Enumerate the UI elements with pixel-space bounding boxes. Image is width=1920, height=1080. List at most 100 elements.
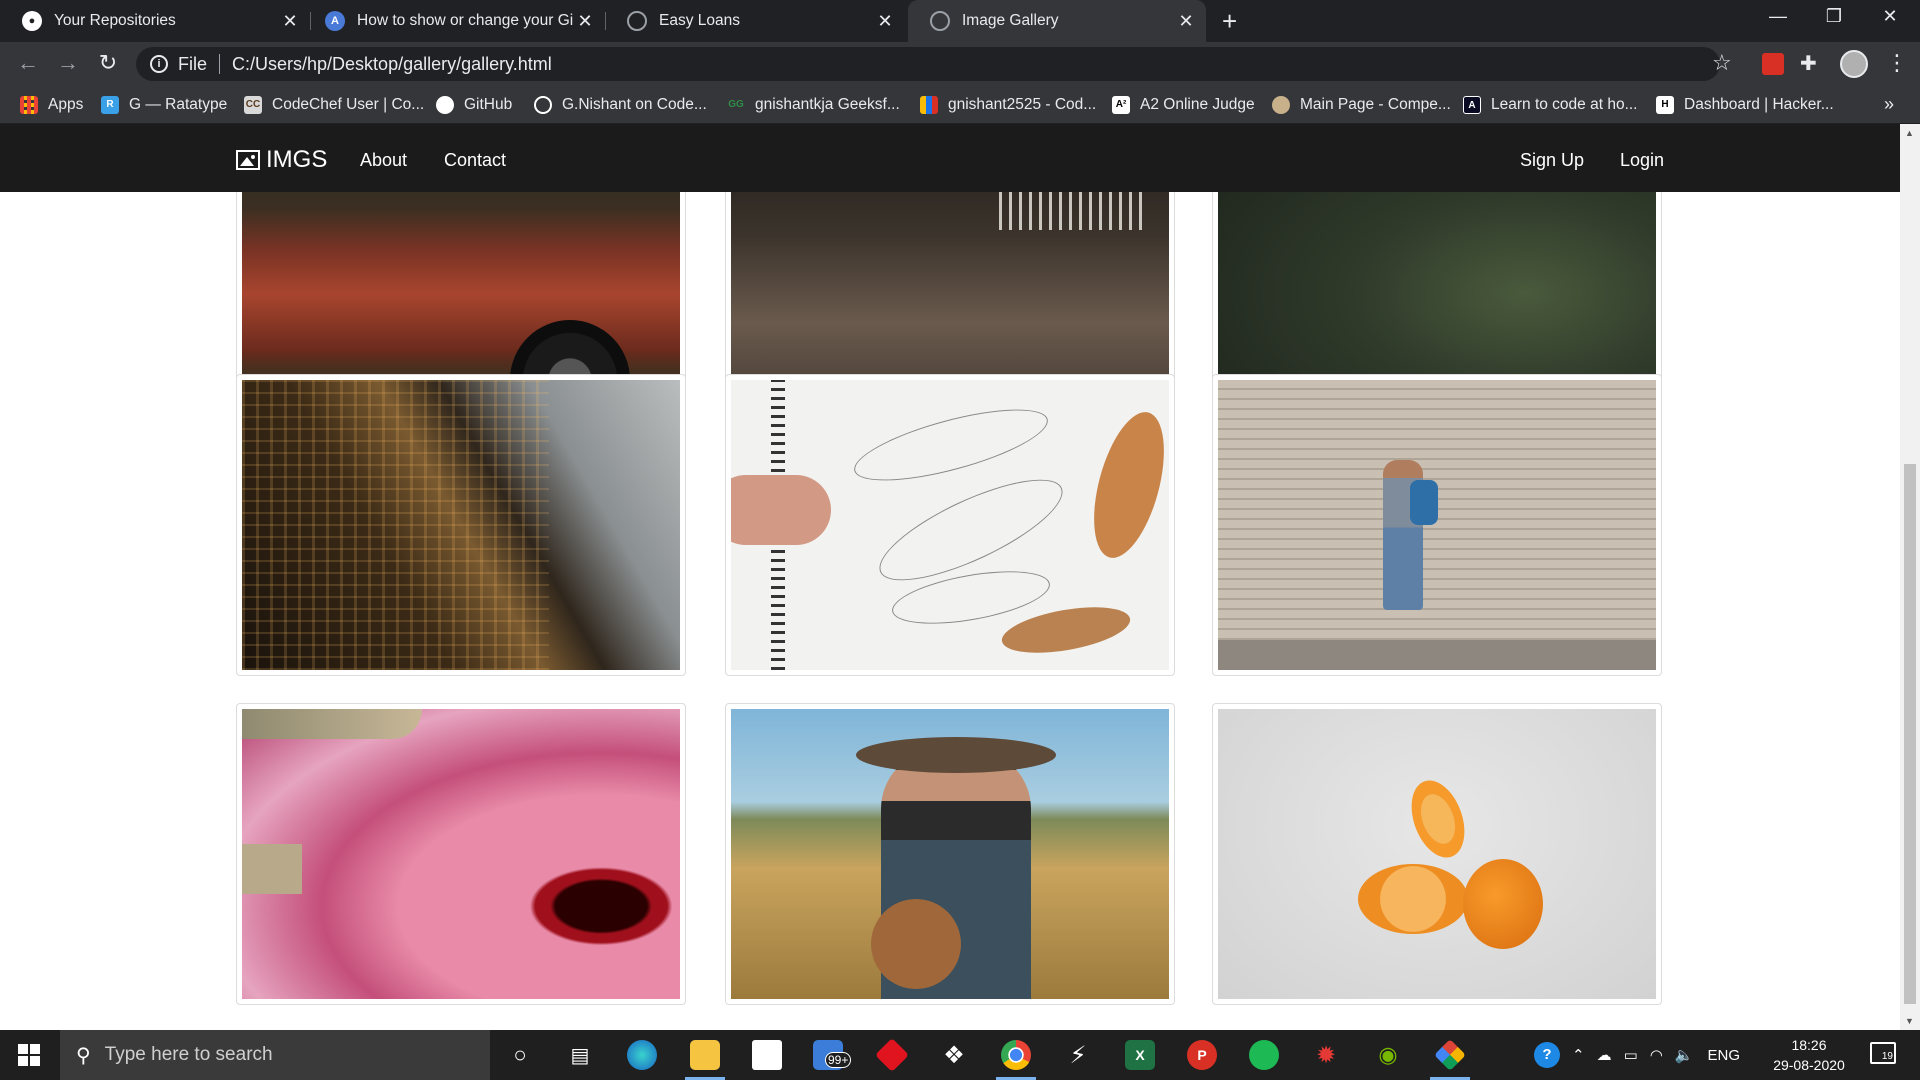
windows-start-icon[interactable] (18, 1044, 40, 1066)
chevron-double-right-icon[interactable]: » (1884, 94, 1894, 115)
gallery-card[interactable] (1212, 703, 1662, 1005)
gallery-image-skyscrapers[interactable] (242, 380, 680, 670)
cortana-icon[interactable]: ○ (505, 1040, 535, 1070)
gallery-card[interactable] (1212, 374, 1662, 676)
gallery-image-guitarist[interactable] (731, 709, 1169, 999)
store-icon[interactable] (752, 1040, 782, 1070)
tab-your-repositories[interactable]: ● Your Repositories ✕ (0, 0, 310, 42)
help-icon[interactable]: ? (1534, 1042, 1560, 1068)
nvidia-icon[interactable]: ◉ (1373, 1040, 1403, 1070)
site-brand[interactable]: IMGS (236, 146, 327, 174)
nav-link-sign-up[interactable]: Sign Up (1520, 150, 1584, 171)
bookmark-label: GitHub (464, 96, 513, 113)
system-tray: ? ⌃ ☁ ▭ ◠ 🔈 ENG (1534, 1030, 1740, 1080)
chrome-icon[interactable] (1001, 1040, 1031, 1070)
bookmark-label: A2 Online Judge (1140, 96, 1255, 113)
tab-title: Your Repositories (54, 12, 176, 29)
a2-icon: A² (1112, 96, 1130, 114)
gallery-card[interactable] (725, 703, 1175, 1005)
avatar[interactable] (1840, 50, 1868, 78)
tab-title: How to show or change your Git (357, 12, 573, 29)
scroll-thumb[interactable] (1904, 464, 1916, 1004)
minimize-button[interactable]: — (1754, 6, 1802, 27)
pdf-extension-icon[interactable] (1762, 53, 1784, 75)
tab-title: Easy Loans (659, 12, 740, 29)
menu-kebab-icon[interactable]: ⋮ (1886, 50, 1908, 76)
reload-button[interactable]: ↻ (94, 50, 122, 76)
forward-button[interactable]: → (54, 50, 82, 76)
bookmark-codeforces[interactable]: G.Nishant on Code... (534, 86, 707, 124)
notification-center-icon[interactable]: 19 (1870, 1042, 1896, 1064)
spotify-icon[interactable] (1249, 1040, 1279, 1070)
bookmarks-bar: Apps R G — Ratatype CC CodeChef User | C… (0, 86, 1920, 124)
gallery-image-walking-man[interactable] (1218, 380, 1656, 670)
extensions-puzzle-icon[interactable]: ✚ (1800, 53, 1822, 75)
tab-easy-loans[interactable]: Easy Loans ✕ (605, 0, 905, 42)
volume-icon[interactable]: 🔈 (1675, 1046, 1694, 1064)
excel-icon[interactable]: X (1125, 1040, 1155, 1070)
a-letter-icon: A (325, 11, 345, 31)
bookmark-label: CodeChef User | Co... (272, 96, 425, 113)
tab-strip: ● Your Repositories ✕ A How to show or c… (0, 0, 1920, 42)
red-app-icon[interactable] (875, 1038, 909, 1072)
restore-button[interactable]: ❐ (1810, 6, 1858, 27)
close-icon[interactable]: ✕ (573, 11, 597, 32)
bookmark-geeksforgeeks[interactable]: GG gnishantkja Geeksf... (727, 86, 900, 124)
bookmark-star-icon[interactable]: ☆ (1712, 50, 1732, 76)
gallery-card[interactable] (236, 703, 686, 1005)
gallery-card[interactable] (236, 374, 686, 676)
gallery-image-leaf-sketch[interactable] (731, 380, 1169, 670)
language-indicator[interactable]: ENG (1708, 1047, 1741, 1064)
page-scrollbar[interactable]: ▲ ▼ (1900, 124, 1920, 1030)
bookmark-codechef[interactable]: CC CodeChef User | Co... (244, 86, 424, 124)
bookmark-freecodecamp[interactable]: A Learn to code at ho... (1463, 86, 1638, 124)
system-clock[interactable]: 18:26 29-08-2020 (1764, 1035, 1854, 1075)
antivirus-icon[interactable]: ✹ (1311, 1040, 1341, 1070)
bookmark-ratatype[interactable]: R G — Ratatype (101, 86, 227, 124)
page-viewport: IMGS About Contact Sign Up Login (0, 124, 1900, 1030)
wifi-icon[interactable]: ◠ (1650, 1046, 1663, 1064)
close-icon[interactable]: ✕ (278, 11, 302, 32)
nav-link-about[interactable]: About (360, 150, 407, 171)
address-bar[interactable]: i File C:/Users/hp/Desktop/gallery/galle… (136, 47, 1720, 81)
gallery-card[interactable] (725, 374, 1175, 676)
chevron-up-icon[interactable]: ⌃ (1572, 1046, 1585, 1064)
tab-title: Image Gallery (962, 12, 1059, 29)
task-view-icon[interactable]: ▤ (565, 1040, 595, 1070)
close-window-button[interactable]: ✕ (1866, 6, 1914, 27)
onedrive-cloud-icon[interactable]: ☁ (1597, 1046, 1612, 1064)
bookmark-apps[interactable]: Apps (20, 86, 83, 124)
bars-icon (920, 96, 938, 114)
nav-link-login[interactable]: Login (1620, 150, 1664, 171)
gallery-image-oranges[interactable] (1218, 709, 1656, 999)
scroll-down-arrow-icon[interactable]: ▼ (1905, 1016, 1914, 1026)
bookmark-main-page[interactable]: Main Page - Compe... (1272, 86, 1451, 124)
nav-link-contact[interactable]: Contact (444, 150, 506, 171)
dropbox-icon[interactable]: ❖ (939, 1040, 969, 1070)
taskbar-search[interactable]: ⚲ Type here to search (60, 1030, 490, 1080)
close-icon[interactable]: ✕ (873, 11, 897, 32)
battery-icon[interactable]: ▭ (1624, 1046, 1638, 1064)
tab-image-gallery[interactable]: Image Gallery ✕ (908, 0, 1206, 42)
gallery-image-pink-lake[interactable] (242, 709, 680, 999)
info-icon[interactable]: i (150, 55, 168, 73)
scroll-up-arrow-icon[interactable]: ▲ (1905, 128, 1914, 138)
bookmark-hackerrank[interactable]: H Dashboard | Hacker... (1656, 86, 1834, 124)
tab-git-question[interactable]: A How to show or change your Git ✕ (305, 0, 605, 42)
mail-badge: 99+ (825, 1052, 852, 1068)
windows-taskbar: ⚲ Type here to search ○ ▤ 99+ ❖ ⚡ X P ✹ … (0, 1030, 1920, 1080)
clock-time: 18:26 (1791, 1037, 1827, 1053)
bookmark-codeforces-profile[interactable]: gnishant2525 - Cod... (920, 86, 1096, 124)
close-icon[interactable]: ✕ (1174, 11, 1198, 32)
edge-icon[interactable] (627, 1040, 657, 1070)
bookmark-github[interactable]: GitHub (436, 86, 512, 124)
p-app-icon[interactable]: P (1187, 1040, 1217, 1070)
bolt-app-icon[interactable]: ⚡ (1063, 1040, 1093, 1070)
bookmark-a2-online-judge[interactable]: A² A2 Online Judge (1112, 86, 1255, 124)
url-text[interactable]: C:/Users/hp/Desktop/gallery/gallery.html (232, 54, 552, 75)
new-tab-button[interactable]: + (1222, 6, 1237, 37)
git-app-icon[interactable] (1434, 1039, 1466, 1071)
notification-count: 19 (1881, 1051, 1893, 1062)
file-explorer-icon[interactable] (690, 1040, 720, 1070)
back-button[interactable]: ← (14, 50, 42, 76)
